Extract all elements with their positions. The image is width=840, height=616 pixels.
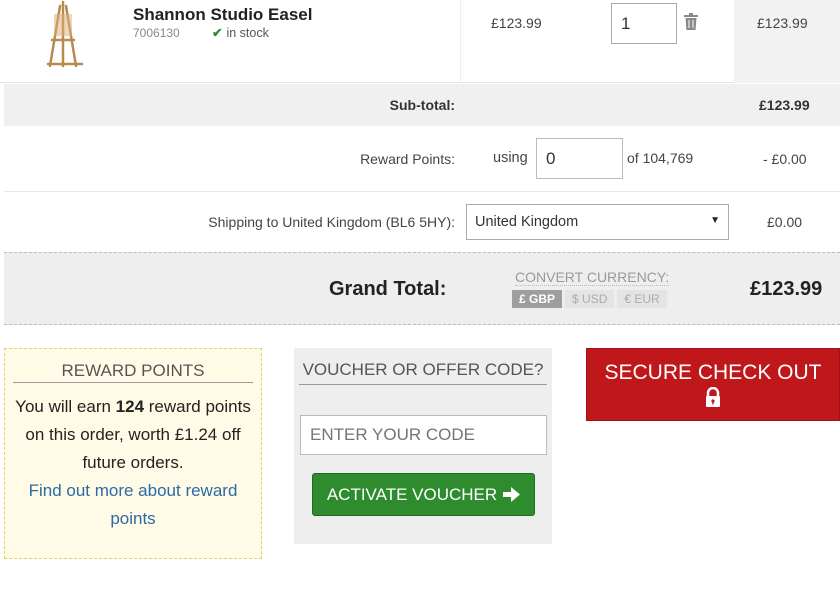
currency-usd-button[interactable]: $ USD xyxy=(565,290,615,308)
check-icon: ✔ xyxy=(212,26,223,40)
reward-box-text: You will earn 124 reward points on this … xyxy=(5,393,261,477)
quantity-input[interactable] xyxy=(611,3,677,44)
shipping-label: Shipping to United Kingdom (BL6 5HY): xyxy=(208,214,455,230)
currency-switcher: £ GBP $ USD € EUR xyxy=(512,290,667,308)
reward-points-discount: - £0.00 xyxy=(763,151,807,167)
arrow-right-icon xyxy=(503,487,521,502)
grand-total-value: £123.99 xyxy=(750,278,823,300)
checkout-label: SECURE CHECK OUT xyxy=(604,361,822,384)
unit-price: £123.99 xyxy=(491,15,542,31)
grand-total-row: Grand Total: CONVERT CURRENCY: £ GBP $ U… xyxy=(4,252,840,325)
shipping-selected-country: United Kingdom xyxy=(475,214,579,230)
activate-voucher-button[interactable]: ACTIVATE VOUCHER xyxy=(312,473,535,516)
subtotal-value: £123.99 xyxy=(759,97,810,113)
cart-item-row: Shannon Studio Easel 7006130 ✔ in stock £… xyxy=(0,0,840,83)
reward-points-input[interactable] xyxy=(536,138,623,179)
reward-points-earned: 124 xyxy=(115,397,145,416)
product-name[interactable]: Shannon Studio Easel xyxy=(133,5,312,25)
currency-eur-button[interactable]: € EUR xyxy=(617,290,667,308)
lock-icon xyxy=(706,387,720,407)
dropdown-arrow-icon: ▼ xyxy=(710,215,720,226)
shipping-cost: £0.00 xyxy=(767,214,803,230)
voucher-code-input[interactable] xyxy=(300,415,547,455)
reward-info-link[interactable]: Find out more about reward points xyxy=(5,477,261,533)
trash-icon[interactable] xyxy=(684,13,698,30)
reward-using-label: using xyxy=(493,150,528,166)
voucher-box: VOUCHER OR OFFER CODE? ACTIVATE VOUCHER xyxy=(294,348,552,544)
reward-text-before: You will earn xyxy=(15,397,116,416)
stock-label: in stock xyxy=(226,26,269,40)
subtotal-row: Sub-total: £123.99 xyxy=(4,84,840,126)
currency-gbp-button[interactable]: £ GBP xyxy=(512,290,563,308)
shipping-country-select[interactable]: United Kingdom ▼ xyxy=(466,204,729,240)
stock-status: ✔ in stock xyxy=(212,25,269,40)
convert-currency-label: CONVERT CURRENCY: xyxy=(515,269,670,286)
activate-voucher-label: ACTIVATE VOUCHER xyxy=(326,484,498,504)
reward-box-title: REWARD POINTS xyxy=(13,361,253,383)
reward-points-available: of 104,769 xyxy=(627,150,694,166)
reward-points-box: REWARD POINTS You will earn 124 reward p… xyxy=(4,348,262,559)
line-total: £123.99 xyxy=(757,15,808,31)
easel-product-image[interactable] xyxy=(38,0,88,70)
grand-total-label: Grand Total: xyxy=(329,278,447,300)
subtotal-label: Sub-total: xyxy=(389,97,455,113)
voucher-title: VOUCHER OR OFFER CODE? xyxy=(299,358,547,385)
reward-points-label: Reward Points: xyxy=(360,151,455,167)
line-total-column xyxy=(734,0,840,83)
reward-points-row: Reward Points: using of 104,769 - £0.00 xyxy=(4,126,840,192)
column-divider xyxy=(460,0,461,83)
shipping-row: Shipping to United Kingdom (BL6 5HY): Un… xyxy=(4,192,840,252)
product-code: 7006130 xyxy=(133,26,180,40)
secure-checkout-button[interactable]: SECURE CHECK OUT xyxy=(586,348,840,421)
